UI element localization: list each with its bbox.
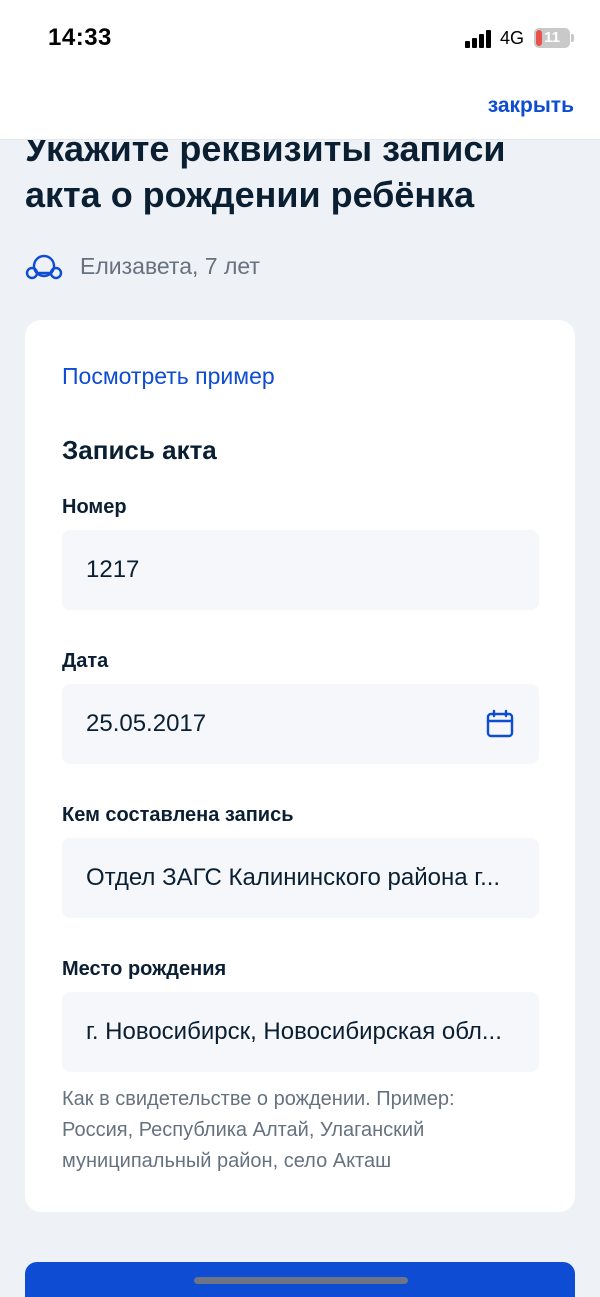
signal-icon xyxy=(465,30,493,48)
section-title: Запись акта xyxy=(62,435,217,465)
birthplace-hint: Как в свидетельстве о рождении. Пример: … xyxy=(62,1088,455,1172)
birthplace-label: Место рождения xyxy=(62,958,227,980)
status-time: 14:33 xyxy=(48,24,112,51)
issued-by-field[interactable]: Отдел ЗАГС Калининского района г... xyxy=(62,838,539,918)
view-example-link[interactable]: Посмотреть пример xyxy=(62,363,275,390)
birthplace-field[interactable]: г. Новосибирск, Новосибирская обл... xyxy=(62,992,539,1072)
top-nav: закрыть xyxy=(0,78,600,140)
issued-by-label: Кем составлена запись xyxy=(62,804,294,826)
number-label: Номер xyxy=(62,496,127,518)
child-name: Елизавета, 7 лет xyxy=(80,252,260,279)
child-face-icon xyxy=(25,247,63,285)
form-card: Посмотреть пример Запись акта Номер 1217… xyxy=(25,320,575,1212)
date-label: Дата xyxy=(62,650,109,672)
date-field[interactable]: 25.05.2017 xyxy=(62,684,539,764)
battery-tip xyxy=(571,34,574,42)
birthplace-value: г. Новосибирск, Новосибирская обл... xyxy=(86,1018,502,1045)
battery-percent: 11 xyxy=(544,29,560,46)
number-field[interactable]: 1217 xyxy=(62,530,539,610)
issued-by-value: Отдел ЗАГС Калининского района г... xyxy=(86,864,501,891)
calendar-icon[interactable] xyxy=(485,709,515,739)
status-bar: 14:33 4G 11 xyxy=(0,0,600,78)
number-value: 1217 xyxy=(86,556,140,583)
home-indicator xyxy=(194,1277,408,1284)
close-button[interactable]: закрыть xyxy=(488,94,574,118)
battery-icon: 11 xyxy=(534,28,570,48)
network-type: 4G xyxy=(500,28,525,48)
date-value: 25.05.2017 xyxy=(86,710,207,737)
child-info: Елизавета, 7 лет xyxy=(25,246,260,286)
